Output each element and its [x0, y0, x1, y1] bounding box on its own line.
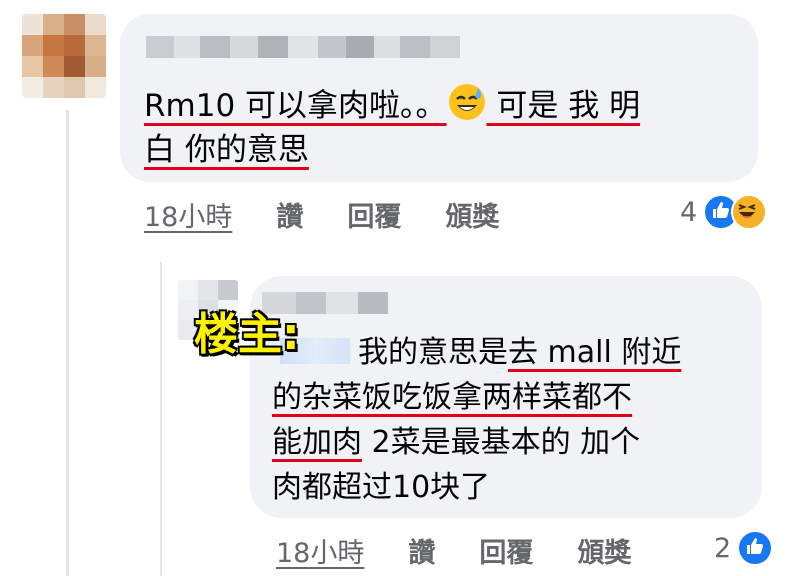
comment-actions: 18小時 讚 回覆 頒獎 — [144, 195, 499, 234]
timestamp-link[interactable]: 18小時 — [144, 195, 232, 234]
reply-award-button[interactable]: 頒獎 — [577, 531, 631, 570]
reply-line1-pre: 我的意思是 — [358, 335, 508, 370]
reaction-count: 4 — [680, 196, 698, 228]
comment-line1-part1: Rm10 可以拿肉啦。。 — [144, 88, 447, 124]
reply-timestamp-link[interactable]: 18小時 — [276, 531, 364, 570]
sweat-smile-icon — [448, 84, 485, 120]
reaction-summary[interactable]: 4 — [680, 194, 768, 230]
reply-line2-underlined: 的杂菜饭吃饭拿两样菜都不 — [272, 380, 632, 415]
reply-line3-underlined: 能加肉 — [272, 425, 362, 460]
reply-line1-underlined: 去 mall 附近 — [508, 335, 682, 370]
comment-text: Rm10 可以拿肉啦。。 可是 我 明 白 你的意思 — [144, 82, 744, 172]
like-button[interactable]: 讚 — [276, 195, 303, 234]
reply-line4: 肉都超过10块了 — [272, 470, 491, 505]
reply-text: 我的意思是去 mall 附近 的杂菜饭吃饭拿两样菜都不 能加肉 2菜是最基本的 … — [272, 330, 752, 510]
reply-reply-button[interactable]: 回覆 — [479, 531, 533, 570]
comment-line1-part2: 可是 我 明 — [486, 88, 641, 124]
like-icon — [737, 530, 774, 566]
haha-icon — [731, 194, 768, 230]
reply-reaction-summary[interactable]: 2 — [714, 530, 774, 566]
reply-actions: 18小時 讚 回覆 頒獎 — [276, 531, 631, 570]
reply-reaction-count: 2 — [714, 532, 732, 564]
reply-button[interactable]: 回覆 — [347, 195, 401, 234]
thread-line-branch — [160, 262, 162, 576]
commenter-name-blurred[interactable] — [146, 36, 460, 58]
award-button[interactable]: 頒獎 — [445, 195, 499, 234]
comment-line2: 白 你的意思 — [144, 132, 309, 168]
reply-like-button[interactable]: 讚 — [408, 531, 435, 570]
reply-line3-post: 2菜是最基本的 加个 — [362, 425, 641, 460]
thread-line-main — [66, 110, 69, 576]
avatar[interactable] — [22, 14, 106, 98]
sweat-smile-emoji — [447, 82, 487, 122]
